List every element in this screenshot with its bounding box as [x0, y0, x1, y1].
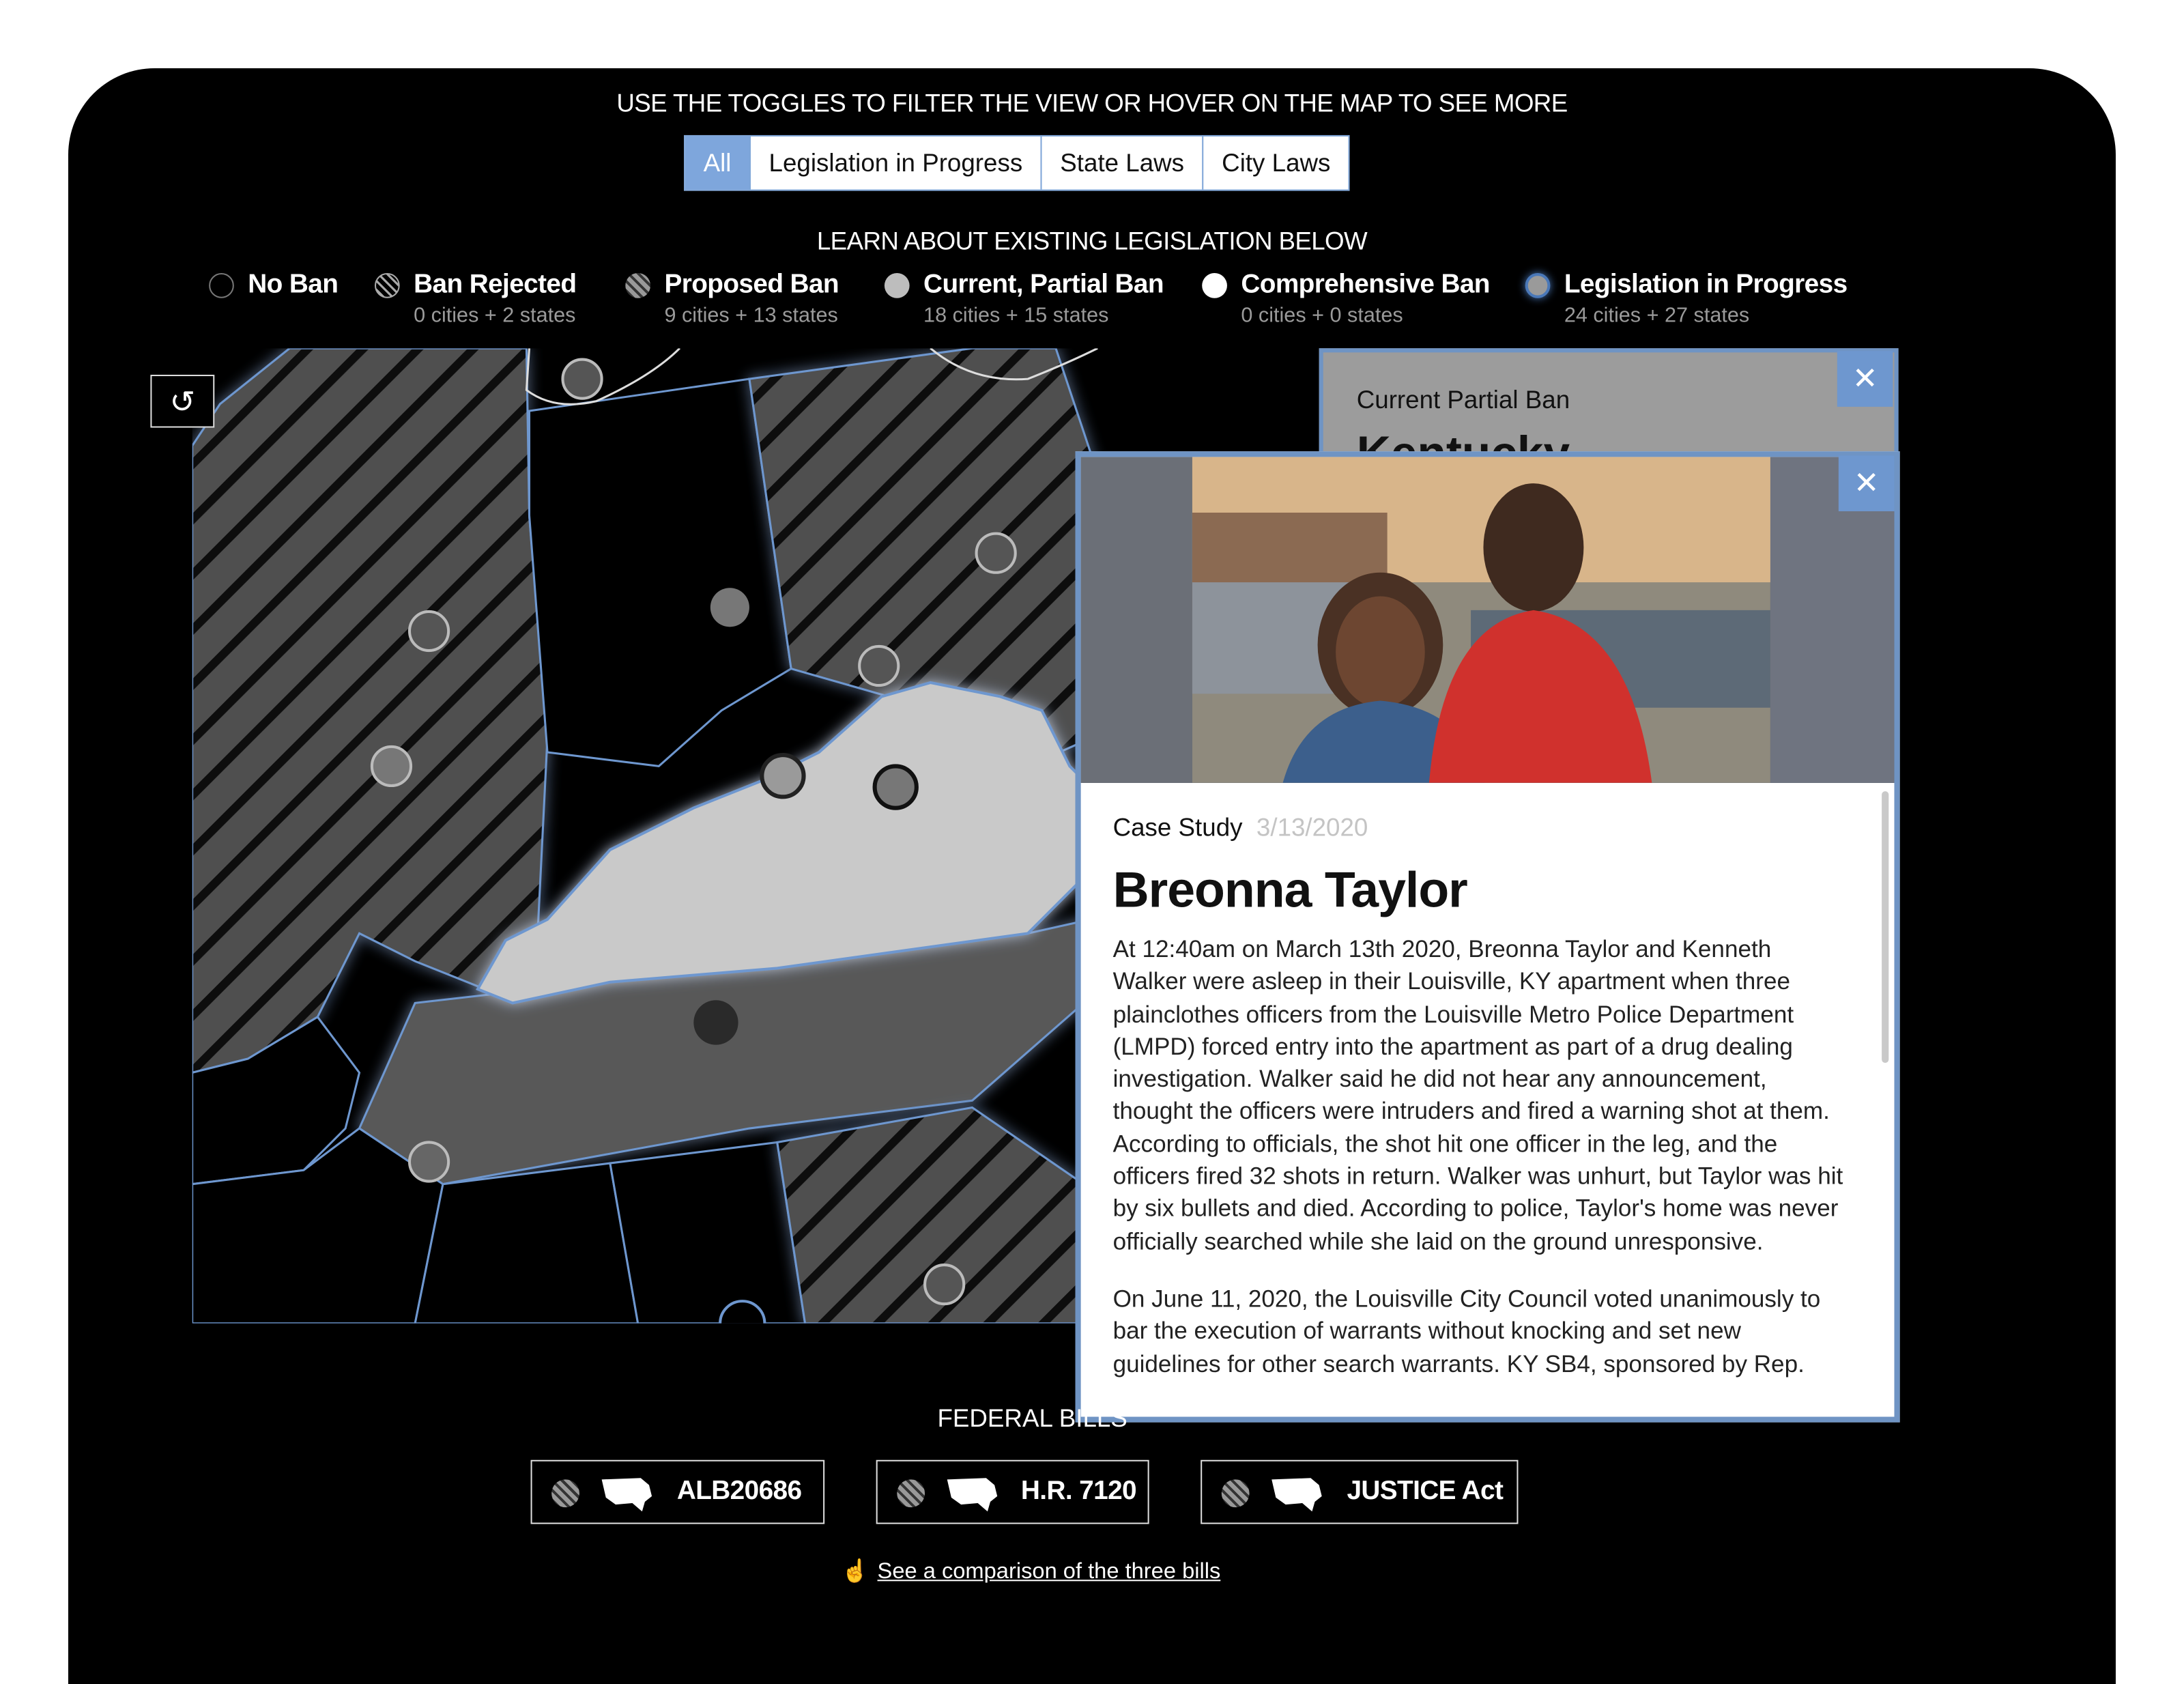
usa-map-icon	[1271, 1478, 1322, 1512]
city-marker[interactable]	[872, 764, 919, 810]
in-progress-icon	[1525, 272, 1551, 298]
case-study-date: 3/13/2020	[1256, 813, 1368, 842]
city-marker[interactable]	[561, 358, 603, 400]
city-marker[interactable]	[760, 753, 806, 799]
bill-alb20686-button[interactable]: ALB20686	[530, 1459, 825, 1524]
map-widget: USE THE TOGGLES TO FILTER THE VIEW OR HO…	[68, 68, 2116, 1684]
federal-bills-heading: FEDERAL BILLS	[937, 1404, 1127, 1432]
city-marker[interactable]	[407, 610, 450, 653]
proposed-ban-icon	[897, 1479, 925, 1508]
ban-rejected-icon	[374, 272, 400, 298]
toggle-legislation-in-progress[interactable]: Legislation in Progress	[751, 136, 1042, 190]
comprehensive-ban-icon	[1202, 272, 1227, 298]
toggle-state-laws[interactable]: State Laws	[1042, 136, 1204, 190]
close-icon: ✕	[1852, 360, 1878, 396]
case-study-paragraph: On June 11, 2020, the Louisville City Co…	[1112, 1284, 1821, 1378]
compare-bills-link-text[interactable]: See a comparison of the three bills	[878, 1560, 1221, 1584]
close-icon: ✕	[1853, 465, 1880, 500]
bill-justice-act-button[interactable]: JUSTICE Act	[1201, 1459, 1519, 1524]
bill-hr7120-button[interactable]: H.R. 7120	[876, 1459, 1149, 1524]
city-marker[interactable]	[407, 1141, 450, 1183]
reset-map-button[interactable]: ↺	[150, 374, 215, 428]
case-card-close-button[interactable]: ✕	[1838, 455, 1895, 511]
state-panel-close-button[interactable]: ✕	[1837, 351, 1893, 407]
state-info-panel: Current Partial Ban Kentucky	[1319, 348, 1899, 460]
usa-map-icon	[601, 1478, 652, 1512]
city-marker[interactable]	[370, 745, 413, 788]
city-marker[interactable]	[858, 644, 900, 687]
partial-ban-icon	[884, 272, 910, 298]
city-marker[interactable]	[693, 1000, 738, 1045]
legend-instructions: LEARN ABOUT EXISTING LEGISLATION BELOW	[816, 227, 1368, 255]
state-indiana[interactable]	[528, 377, 792, 768]
proposed-ban-icon	[551, 1479, 579, 1508]
filter-toggle-group: All Legislation in Progress State Laws C…	[684, 134, 1350, 191]
case-study-title: Breonna Taylor	[1112, 861, 1468, 918]
card-scrollbar[interactable]	[1882, 791, 1889, 1064]
proposed-ban-icon	[1221, 1479, 1250, 1508]
case-study-meta: Case Study 3/13/2020	[1113, 814, 1368, 843]
reset-icon: ↺	[169, 384, 196, 420]
case-study-paragraph: At 12:40am on March 13th 2020, Breonna T…	[1112, 934, 1843, 1255]
state-alabama[interactable]	[609, 1141, 807, 1324]
pointer-hand-icon: ☝	[841, 1560, 870, 1584]
case-study-body: At 12:40am on March 13th 2020, Breonna T…	[1113, 933, 1852, 1405]
bill-label: JUSTICE Act	[1347, 1476, 1504, 1507]
compare-bills-link[interactable]: ☝ See a comparison of the three bills	[842, 1558, 1221, 1586]
state-panel-category: Current Partial Ban	[1356, 386, 1570, 414]
toggle-all[interactable]: All	[685, 136, 751, 190]
state-mississippi[interactable]	[414, 1162, 640, 1324]
city-marker[interactable]	[975, 532, 1017, 574]
case-study-photo	[1080, 457, 1895, 783]
toggle-city-laws[interactable]: City Laws	[1204, 137, 1349, 190]
toggle-instructions: USE THE TOGGLES TO FILTER THE VIEW OR HO…	[616, 89, 1568, 117]
city-marker[interactable]	[710, 588, 749, 627]
city-marker[interactable]	[923, 1264, 966, 1306]
proposed-ban-icon	[625, 272, 651, 298]
bill-label: ALB20686	[676, 1476, 802, 1507]
bill-label: H.R. 7120	[1020, 1476, 1137, 1507]
no-ban-icon	[209, 272, 234, 298]
case-study-card: Case Study 3/13/2020 Breonna Taylor At 12…	[1075, 451, 1900, 1423]
usa-map-icon	[947, 1478, 998, 1512]
case-study-label: Case Study	[1112, 813, 1243, 842]
